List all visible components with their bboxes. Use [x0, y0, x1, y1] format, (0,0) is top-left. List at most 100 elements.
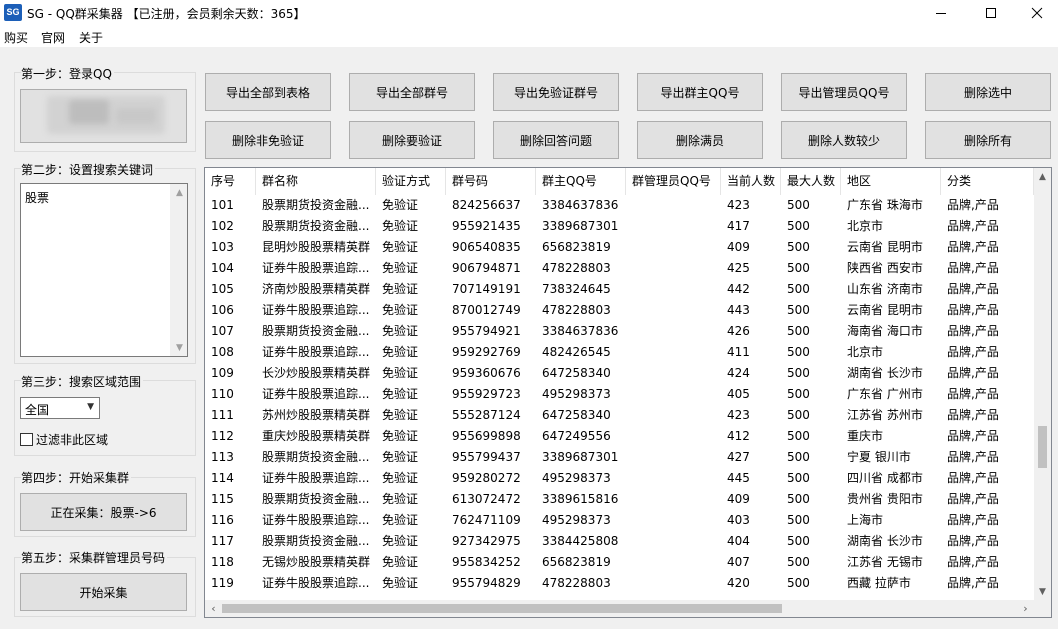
start-collect-groups-button[interactable]: 正在采集：股票->6: [20, 493, 187, 531]
column-header-group-number[interactable]: 群号码: [446, 168, 536, 195]
scroll-thumb[interactable]: [222, 604, 782, 613]
export-all-table-button[interactable]: 导出全部到表格: [205, 73, 331, 111]
table-row[interactable]: 111 苏州炒股股票精英群 免验证 555287124 647258340 423 500 江…: [205, 405, 1034, 426]
export-no-verify-button[interactable]: 导出免验证群号: [493, 73, 619, 111]
maximize-button[interactable]: [968, 0, 1014, 26]
table-row[interactable]: 110 证券牛股股票追踪... 免验证 955929723 495298373 405 50…: [205, 384, 1034, 405]
scroll-left-icon[interactable]: ‹: [205, 600, 222, 617]
minimize-button[interactable]: [918, 0, 964, 26]
cell-category: 品牌,产品: [947, 282, 999, 296]
scroll-up-icon[interactable]: ▲: [1034, 168, 1051, 185]
cell-group-number: 613072472: [452, 492, 521, 506]
table-row[interactable]: 113 股票期货投资金融... 免验证 955799437 3389687301 427 5…: [205, 447, 1034, 468]
start-collect-admins-button[interactable]: 开始采集: [20, 573, 187, 611]
export-admin-qq-button[interactable]: 导出管理员QQ号: [781, 73, 907, 111]
table-row[interactable]: 106 证券牛股股票追踪... 免验证 870012749 478228803 443 50…: [205, 300, 1034, 321]
column-header-index[interactable]: 序号: [205, 168, 256, 195]
table-row[interactable]: 108 证券牛股股票追踪... 免验证 959292769 482426545 411 50…: [205, 342, 1034, 363]
cell-index: 108: [211, 345, 234, 359]
cell-current-count: 407: [727, 555, 750, 569]
region-select[interactable]: 全国 ▼: [20, 397, 100, 419]
cell-group-name: 证券牛股股票追踪...: [262, 471, 370, 485]
cell-group-name: 股票期货投资金融...: [262, 198, 370, 212]
cell-group-name: 济南炒股股票精英群: [262, 282, 371, 296]
table-row[interactable]: 101 股票期货投资金融... 免验证 824256637 3384637836 423 5…: [205, 195, 1034, 216]
cell-group-name: 证券牛股股票追踪...: [262, 261, 370, 275]
cell-index: 112: [211, 429, 234, 443]
scroll-down-icon[interactable]: ▼: [1034, 583, 1051, 600]
table-row[interactable]: 119 证券牛股股票追踪... 免验证 955794829 478228803 420 50…: [205, 573, 1034, 594]
column-header-max-count[interactable]: 最大人数: [781, 168, 841, 195]
cell-group-number: 955794921: [452, 324, 521, 338]
cell-owner-qq: 482426545: [542, 345, 611, 359]
cell-group-name: 证券牛股股票追踪...: [262, 345, 370, 359]
table-row[interactable]: 107 股票期货投资金融... 免验证 955794921 3384637836 426 5…: [205, 321, 1034, 342]
step4-title: 第四步：开始采集群: [21, 469, 132, 486]
keyword-textarea[interactable]: 股票 ▲ ▼: [20, 183, 188, 357]
table-horizontal-scrollbar[interactable]: ‹ ›: [205, 600, 1034, 617]
delete-few-members-button[interactable]: 删除人数较少: [781, 121, 907, 159]
table-row[interactable]: 114 证券牛股股票追踪... 免验证 959280272 495298373 445 50…: [205, 468, 1034, 489]
scroll-thumb[interactable]: [1038, 426, 1047, 468]
menu-item-about[interactable]: 关于: [79, 29, 103, 46]
table-row[interactable]: 103 昆明炒股股票精英群 免验证 906540835 656823819 409 500 云…: [205, 237, 1034, 258]
checkbox-box[interactable]: [20, 433, 33, 446]
table-row[interactable]: 118 无锡炒股股票精英群 免验证 955834252 656823819 407 500 江…: [205, 552, 1034, 573]
title-bar: SG SG - QQ群采集器 【已注册，会员剩余天数：365】: [0, 0, 1058, 26]
group-list-table[interactable]: 序号 群名称 验证方式 群号码 群主QQ号 群管理员QQ号 当前人数 最大人数 地区 分类 101…: [204, 167, 1052, 618]
delete-all-button[interactable]: 删除所有: [925, 121, 1051, 159]
cell-max-count: 500: [787, 261, 810, 275]
scroll-right-icon[interactable]: ›: [1017, 600, 1034, 617]
column-header-verify-type[interactable]: 验证方式: [376, 168, 446, 195]
table-row[interactable]: 105 济南炒股股票精英群 免验证 707149191 738324645 442 500 山…: [205, 279, 1034, 300]
cell-index: 103: [211, 240, 234, 254]
delete-full-button[interactable]: 删除满员: [637, 121, 763, 159]
cell-category: 品牌,产品: [947, 303, 999, 317]
qq-login-button[interactable]: [20, 89, 187, 143]
table-row[interactable]: 112 重庆炒股股票精英群 免验证 955699898 647249556 412 500 重…: [205, 426, 1034, 447]
table-row[interactable]: 102 股票期货投资金融... 免验证 955921435 3389687301 417 5…: [205, 216, 1034, 237]
cell-verify-type: 免验证: [382, 261, 419, 275]
column-header-region[interactable]: 地区: [841, 168, 941, 195]
table-row[interactable]: 115 股票期货投资金融... 免验证 613072472 3389615816 409 5…: [205, 489, 1034, 510]
column-header-group-name[interactable]: 群名称: [256, 168, 376, 195]
cell-owner-qq: 3384425808: [542, 534, 619, 548]
cell-owner-qq: 3384637836: [542, 324, 619, 338]
delete-selected-button[interactable]: 删除选中: [925, 73, 1051, 111]
column-header-category[interactable]: 分类: [941, 168, 1034, 195]
cell-group-number: 870012749: [452, 303, 521, 317]
cell-group-number: 955929723: [452, 387, 521, 401]
scroll-up-icon[interactable]: ▲: [171, 184, 188, 201]
menu-item-website[interactable]: 官网: [41, 29, 65, 46]
close-button[interactable]: [1014, 0, 1058, 26]
table-row[interactable]: 116 证券牛股股票追踪... 免验证 762471109 495298373 403 50…: [205, 510, 1034, 531]
keyword-scrollbar[interactable]: ▲ ▼: [170, 184, 187, 356]
table-row[interactable]: 109 长沙炒股股票精英群 免验证 959360676 647258340 424 500 湖…: [205, 363, 1034, 384]
table-row[interactable]: 117 股票期货投资金融... 免验证 927342975 3384425808 404 5…: [205, 531, 1034, 552]
filter-region-checkbox[interactable]: 过滤非此区域: [20, 431, 108, 448]
menu-item-buy[interactable]: 购买: [4, 29, 28, 46]
export-all-groups-button[interactable]: 导出全部群号: [349, 73, 475, 111]
delete-need-verify-button[interactable]: 删除要验证: [349, 121, 475, 159]
table-body[interactable]: 101 股票期货投资金融... 免验证 824256637 3384637836 423 5…: [205, 195, 1034, 600]
table-row[interactable]: 104 证券牛股股票追踪... 免验证 906794871 478228803 425 50…: [205, 258, 1034, 279]
cell-admin-qq: [626, 468, 721, 489]
cell-max-count: 500: [787, 345, 810, 359]
cell-admin-qq: [626, 447, 721, 468]
cell-region: 西藏 拉萨市: [847, 576, 911, 590]
table-vertical-scrollbar[interactable]: ▲ ▼: [1034, 168, 1051, 600]
app-logo-icon: SG: [4, 4, 22, 21]
export-owner-qq-button[interactable]: 导出群主QQ号: [637, 73, 763, 111]
cell-current-count: 403: [727, 513, 750, 527]
delete-non-free-button[interactable]: 删除非免验证: [205, 121, 331, 159]
cell-group-number: 955794829: [452, 576, 521, 590]
scroll-down-icon[interactable]: ▼: [171, 339, 188, 356]
cell-category: 品牌,产品: [947, 471, 999, 485]
column-header-current-count[interactable]: 当前人数: [721, 168, 781, 195]
cell-owner-qq: 656823819: [542, 240, 611, 254]
column-header-admin-qq[interactable]: 群管理员QQ号: [626, 168, 721, 195]
cell-group-number: 762471109: [452, 513, 521, 527]
column-header-owner-qq[interactable]: 群主QQ号: [536, 168, 626, 195]
delete-answer-question-button[interactable]: 删除回答问题: [493, 121, 619, 159]
cell-admin-qq: [626, 300, 721, 321]
